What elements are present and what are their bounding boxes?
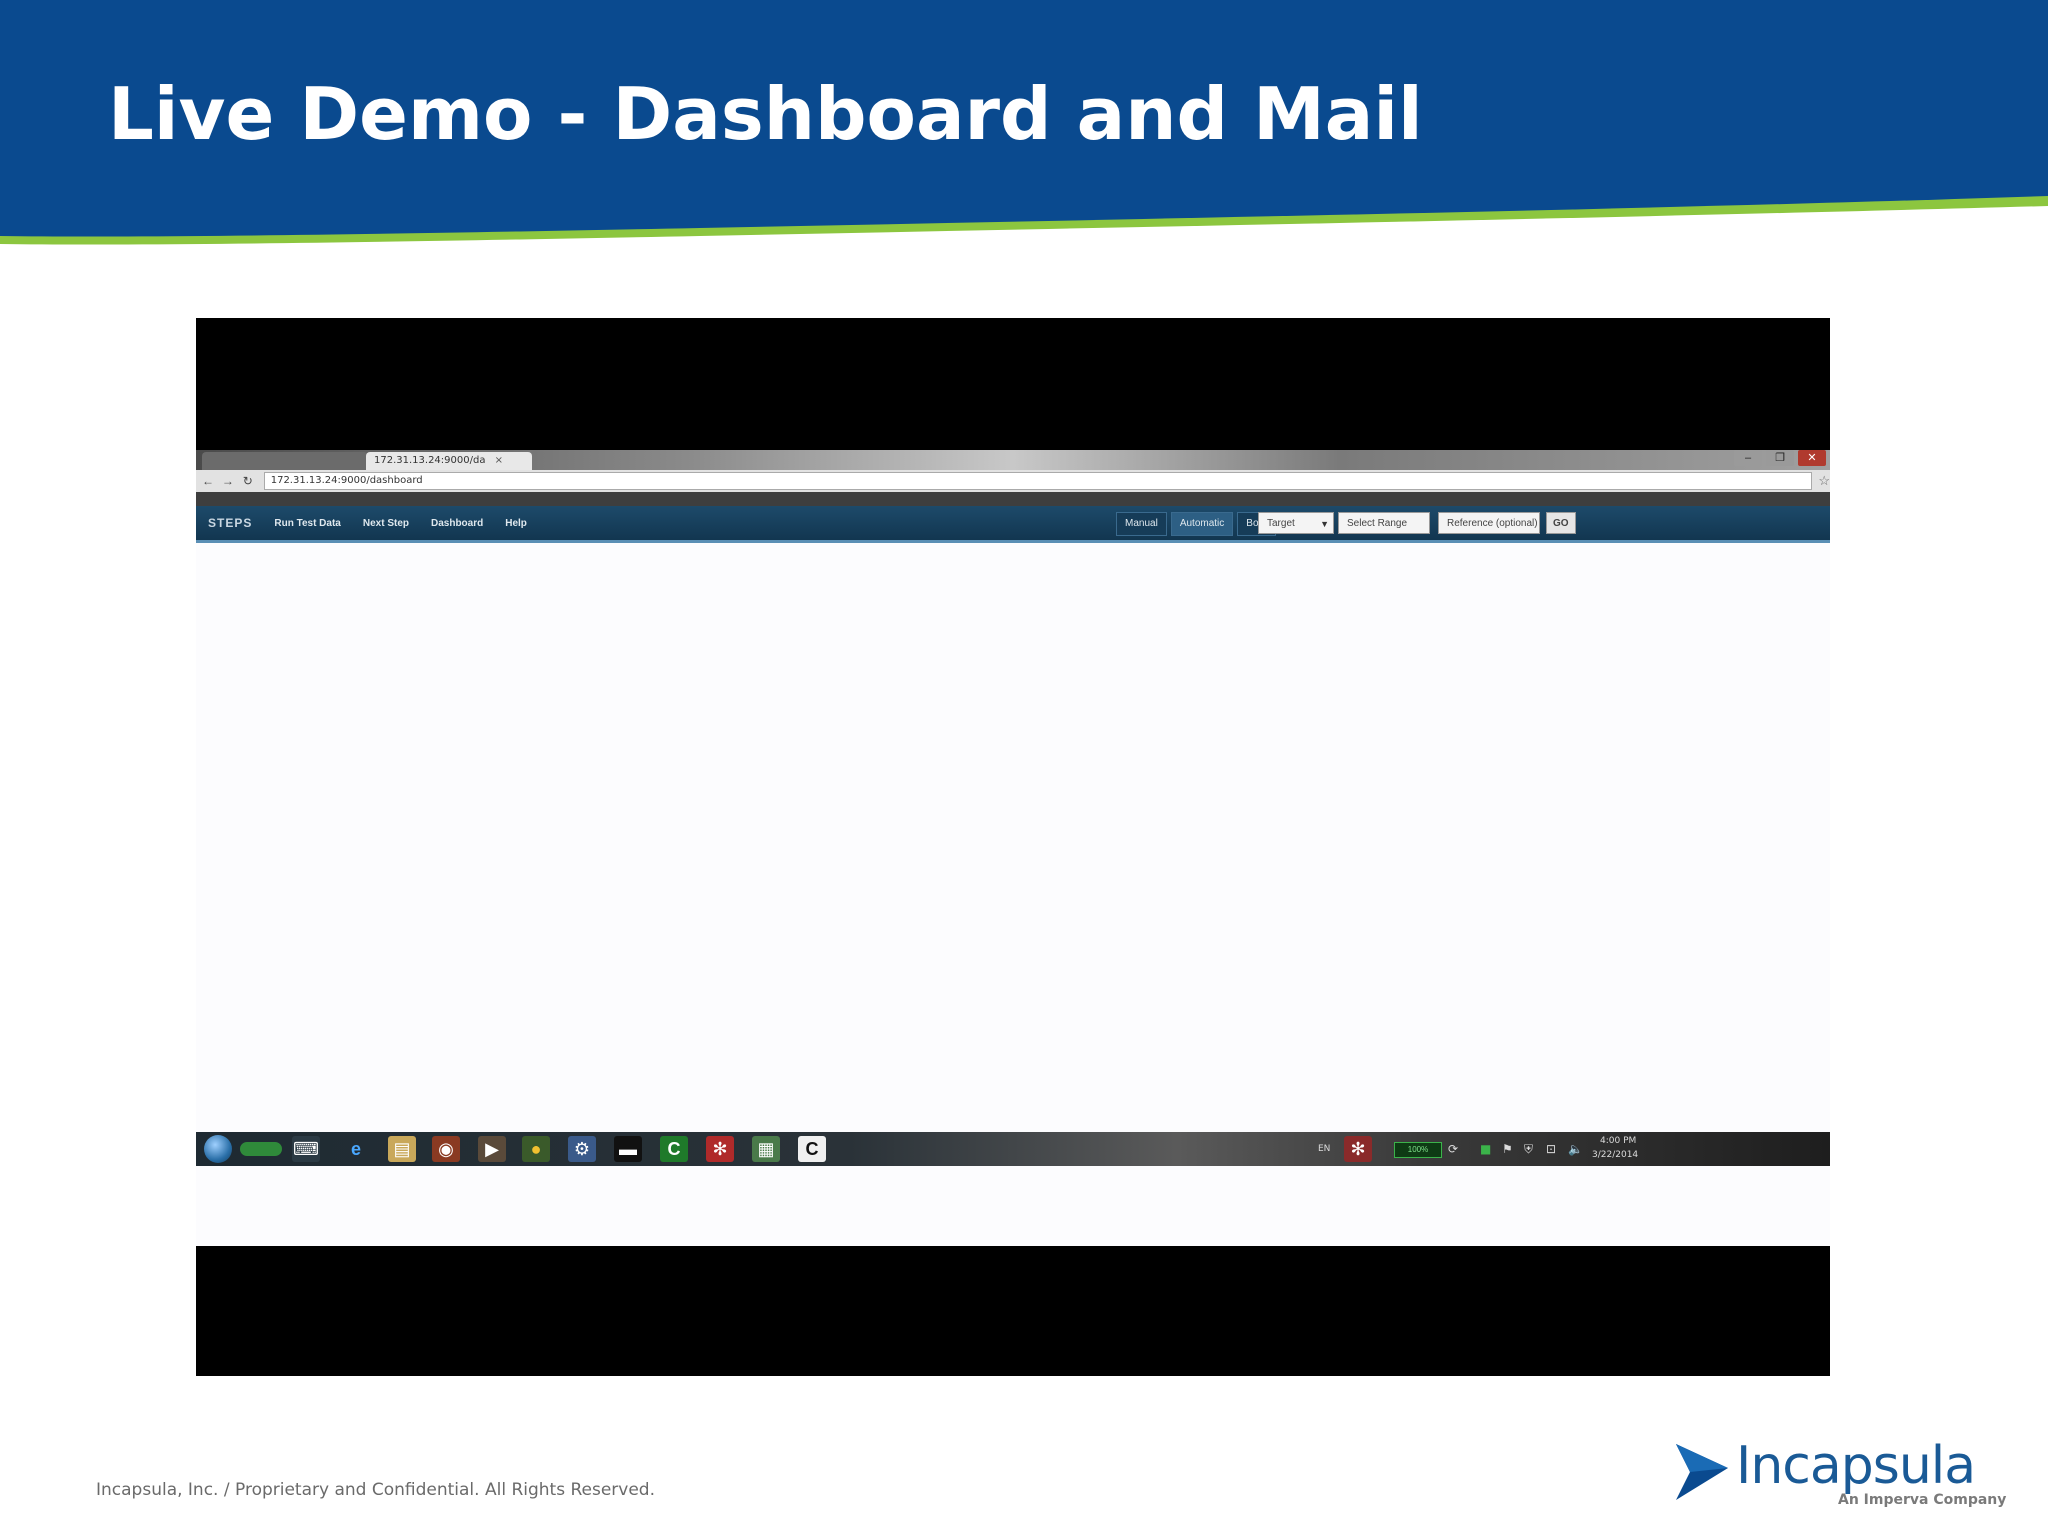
firefox-icon[interactable]: ◉ bbox=[432, 1136, 460, 1162]
bookmarks-bar bbox=[196, 492, 1830, 506]
sync-icon[interactable]: ⟳ bbox=[1448, 1142, 1458, 1156]
start-button[interactable] bbox=[204, 1135, 232, 1163]
browser-tab-active[interactable]: 172.31.13.24:9000/da × bbox=[366, 452, 532, 470]
reference-input[interactable]: Reference (optional) bbox=[1438, 512, 1540, 534]
url-input[interactable]: 172.31.13.24:9000/dashboard bbox=[263, 472, 1813, 490]
chrome-icon[interactable]: ● bbox=[522, 1136, 550, 1162]
forward-icon[interactable]: → bbox=[220, 473, 236, 489]
volume-icon[interactable]: 🔈 bbox=[1568, 1142, 1583, 1156]
nav-run-test-data[interactable]: Run Test Data bbox=[274, 518, 341, 529]
c-icon[interactable]: C bbox=[660, 1136, 688, 1162]
explorer-icon[interactable]: ▤ bbox=[388, 1136, 416, 1162]
logo-wordmark: Incapsula bbox=[1736, 1436, 1976, 1496]
slide-title: Live Demo - Dashboard and Mail bbox=[108, 72, 1423, 156]
mode-toggle-group: Manual Automatic Both bbox=[1116, 512, 1276, 536]
range-input[interactable]: Select Range bbox=[1338, 512, 1430, 534]
go-button[interactable]: GO bbox=[1546, 512, 1576, 534]
target-select-value: Target bbox=[1267, 518, 1295, 529]
close-icon[interactable]: × bbox=[495, 455, 503, 466]
network-icon[interactable]: ⚙ bbox=[568, 1136, 596, 1162]
nav-dashboard[interactable]: Dashboard bbox=[431, 518, 483, 529]
screen-capture: 172.31.13.24:9000/da × – ❐ ✕ ← → ↻ 172.3… bbox=[196, 450, 1830, 1246]
address-bar: ← → ↻ 172.31.13.24:9000/dashboard ☆ bbox=[196, 470, 1830, 492]
language-indicator[interactable]: EN bbox=[1318, 1144, 1330, 1154]
incapsula-logo: Incapsula An Imperva Company bbox=[1672, 1436, 2006, 1516]
clock-time[interactable]: 4:00 PM bbox=[1600, 1136, 1636, 1146]
network-tray-icon[interactable]: ⊡ bbox=[1546, 1142, 1556, 1156]
logo-mark-icon bbox=[1676, 1444, 1728, 1500]
terminal-icon[interactable]: ▬ bbox=[614, 1136, 642, 1162]
media-player-icon[interactable]: ▶ bbox=[478, 1136, 506, 1162]
minimize-icon[interactable]: – bbox=[1734, 450, 1762, 466]
ie-icon[interactable]: e bbox=[342, 1136, 370, 1162]
logo-tagline: An Imperva Company bbox=[1838, 1492, 2007, 1508]
tab-label: 172.31.13.24:9000/da bbox=[374, 455, 486, 466]
restore-icon[interactable]: ❐ bbox=[1766, 450, 1794, 466]
battery-indicator[interactable]: 100% bbox=[1394, 1142, 1442, 1158]
window-controls: – ❐ ✕ bbox=[1734, 450, 1826, 470]
notepad-icon[interactable]: ▦ bbox=[752, 1136, 780, 1162]
video-frame[interactable]: 172.31.13.24:9000/da × – ❐ ✕ ← → ↻ 172.3… bbox=[196, 318, 1830, 1376]
bookmark-star-icon[interactable]: ☆ bbox=[1818, 473, 1830, 489]
browser-tab[interactable] bbox=[202, 452, 368, 470]
steps-label: STEPS bbox=[208, 516, 253, 530]
tray-icon[interactable]: ■ bbox=[1480, 1142, 1491, 1156]
red-app-icon[interactable]: ✻ bbox=[706, 1136, 734, 1162]
close-window-icon[interactable]: ✕ bbox=[1798, 450, 1826, 466]
clock-date[interactable]: 3/22/2014 bbox=[1592, 1150, 1638, 1160]
target-select[interactable]: Target ▼ bbox=[1258, 512, 1334, 534]
nav-help[interactable]: Help bbox=[505, 518, 527, 529]
keyboard-icon[interactable]: ⌨ bbox=[292, 1136, 320, 1162]
browser-tabstrip: 172.31.13.24:9000/da × – ❐ ✕ bbox=[196, 450, 1830, 470]
mode-automatic-button[interactable]: Automatic bbox=[1170, 512, 1234, 536]
flag-icon[interactable]: ⚑ bbox=[1502, 1142, 1513, 1156]
app-nav-bar: STEPS Run Test Data Next Step Dashboard … bbox=[196, 506, 1830, 543]
reload-icon[interactable]: ↻ bbox=[240, 473, 256, 489]
windows-taskbar: ⌨ e ▤ ◉ ▶ ● ⚙ ▬ C ✻ ▦ C EN ✻ 100% ⟳ ■ ⚑ … bbox=[196, 1132, 1830, 1166]
footer-copyright: Incapsula, Inc. / Proprietary and Confid… bbox=[96, 1480, 655, 1500]
nav-next-step[interactable]: Next Step bbox=[363, 518, 409, 529]
tray-app-icon[interactable]: ✻ bbox=[1344, 1136, 1372, 1162]
c-white-icon[interactable]: C bbox=[798, 1136, 826, 1162]
mode-manual-button[interactable]: Manual bbox=[1116, 512, 1167, 536]
chevron-down-icon: ▼ bbox=[1320, 519, 1329, 529]
taskbar-pill[interactable] bbox=[240, 1142, 282, 1156]
shield-icon[interactable]: ⛨ bbox=[1524, 1142, 1533, 1157]
back-icon[interactable]: ← bbox=[200, 473, 216, 489]
